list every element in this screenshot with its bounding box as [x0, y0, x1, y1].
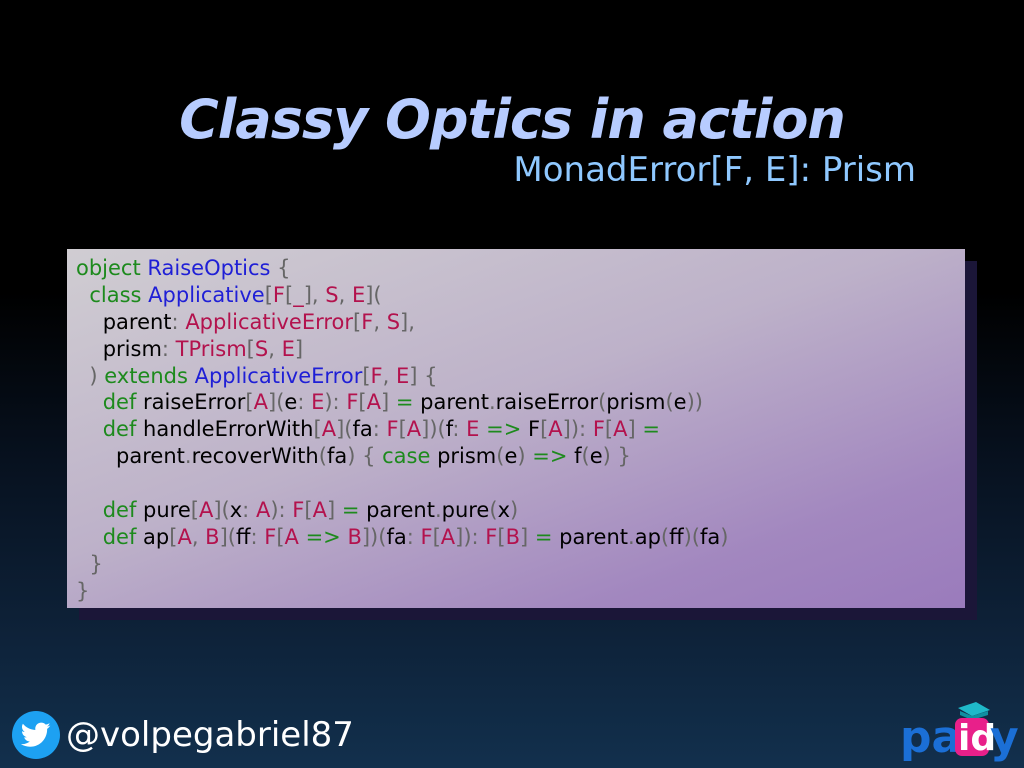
- code-line: parent: ApplicativeError[F, S],: [76, 309, 415, 334]
- code-line: prism: TPrism[S, E]: [76, 336, 304, 361]
- code-block: object RaiseOptics { class Applicative[F…: [67, 249, 965, 608]
- svg-text:y: y: [990, 712, 1019, 762]
- code-line: }: [76, 551, 103, 576]
- code-line: def pure[A](x: A): F[A] = parent.pure(x): [102, 498, 519, 523]
- slide-title: Classy Optics in action: [179, 88, 846, 151]
- twitter-handle: @volpegabriel87: [12, 710, 354, 760]
- slide-subtitle: MonadError[F, E]: Prism: [513, 150, 916, 190]
- twitter-handle-text: @volpegabriel87: [66, 715, 354, 755]
- code-line: def raiseError[A](e: E): F[A] = parent.r…: [102, 390, 703, 415]
- svg-text:pa: pa: [900, 712, 961, 762]
- twitter-bird-icon: [12, 711, 60, 759]
- code-line: def handleErrorWith[A](fa: F[A])(f: E =>…: [102, 417, 660, 442]
- code-line: ) extends ApplicativeError[F, E] {: [76, 363, 438, 388]
- paidy-logo: pa id y: [900, 700, 1020, 763]
- code-line: object RaiseOptics {: [76, 256, 291, 280]
- code-line: def ap[A, B](ff: F[A => B])(fa: F[A]): F…: [102, 524, 729, 549]
- code-line: class Applicative[F[_], S, E](: [89, 282, 382, 307]
- code-line: parent.recoverWith(fa) { case prism(e) =…: [76, 444, 631, 469]
- code-line: }: [76, 578, 90, 603]
